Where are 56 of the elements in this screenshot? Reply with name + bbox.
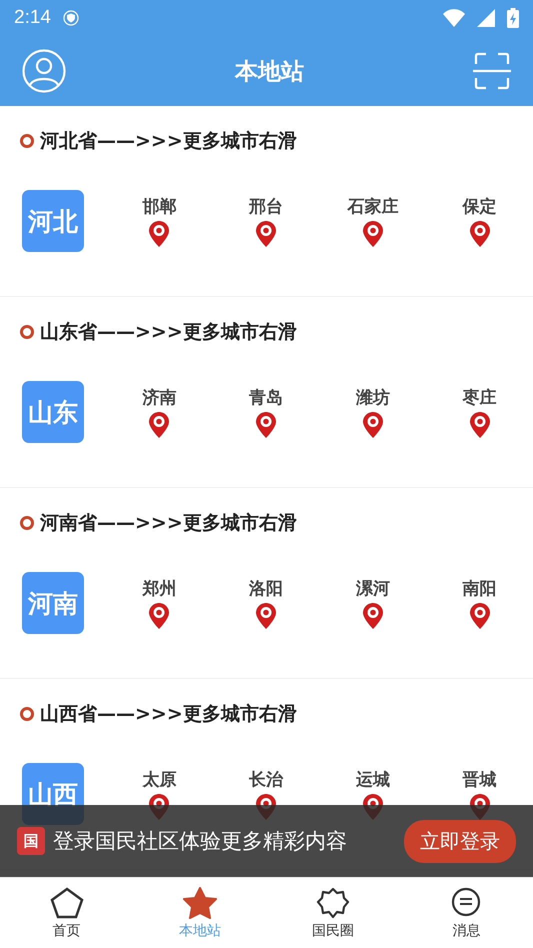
profile-icon[interactable] (22, 49, 66, 93)
map-pin-icon (255, 220, 278, 248)
map-pin-icon (362, 602, 384, 630)
map-pin-icon (148, 410, 170, 438)
status-time: 2:14 (14, 7, 51, 29)
map-pin-icon (255, 602, 278, 630)
province-badge: 山东 (22, 381, 84, 443)
city-name[interactable]: 太原 (142, 768, 176, 790)
map-pin-icon (255, 410, 278, 438)
map-pin-icon (468, 410, 491, 438)
bullet-icon (20, 707, 34, 721)
battery-icon (507, 8, 519, 28)
city-name[interactable]: 运城 (356, 768, 390, 790)
province-title: 山西省——>>>更多城市右滑 (40, 702, 297, 727)
nav-tab[interactable]: 首页 (0, 878, 134, 948)
map-pin-icon (468, 602, 491, 630)
city-name[interactable]: 郑州 (142, 576, 176, 600)
city-name[interactable]: 漯河 (356, 576, 390, 600)
page-title: 本地站 (235, 58, 304, 86)
map-pin-icon (148, 220, 170, 248)
city-name[interactable]: 洛阳 (249, 576, 284, 600)
bullet-icon (20, 325, 34, 339)
city-name[interactable]: 青岛 (249, 386, 284, 408)
pentagon-icon (50, 886, 84, 918)
city-name[interactable]: 邯郸 (142, 194, 176, 218)
province-badge: 河北 (22, 190, 84, 252)
province-title: 河北省——>>>更多城市右滑 (40, 129, 297, 154)
city-name[interactable]: 长治 (249, 768, 284, 790)
map-pin-icon (362, 220, 384, 248)
city-name[interactable]: 邢台 (249, 194, 284, 218)
city-name[interactable]: 潍坊 (356, 386, 390, 408)
login-button[interactable]: 立即登录 (404, 820, 516, 862)
city-name[interactable]: 枣庄 (462, 386, 497, 408)
map-pin-icon (148, 602, 170, 630)
city-name[interactable]: 南阳 (462, 576, 497, 600)
city-name[interactable]: 石家庄 (347, 194, 398, 218)
banner-text: 登录国民社区体验更多精彩内容 (53, 828, 348, 855)
map-pin-icon (362, 410, 384, 438)
star-icon (182, 886, 218, 918)
province-badge: 河南 (22, 572, 84, 634)
bullet-icon (20, 134, 34, 148)
shield-icon (62, 10, 79, 26)
city-name[interactable]: 保定 (462, 194, 497, 218)
province-title: 河南省——>>>更多城市右滑 (40, 511, 297, 536)
bullet-icon (20, 516, 34, 530)
nav-tab[interactable]: 消息 (400, 878, 533, 948)
wifi-icon (443, 9, 465, 27)
city-name[interactable]: 晋城 (462, 768, 497, 790)
map-pin-icon (468, 220, 491, 248)
app-logo: 国 (17, 827, 45, 855)
scan-icon[interactable] (473, 52, 511, 90)
city-name[interactable]: 济南 (142, 386, 176, 408)
signal-icon (477, 9, 495, 27)
seal-icon (316, 886, 350, 918)
province-title: 山东省——>>>更多城市右滑 (40, 320, 297, 345)
nav-tab[interactable]: 国民圈 (266, 878, 400, 948)
